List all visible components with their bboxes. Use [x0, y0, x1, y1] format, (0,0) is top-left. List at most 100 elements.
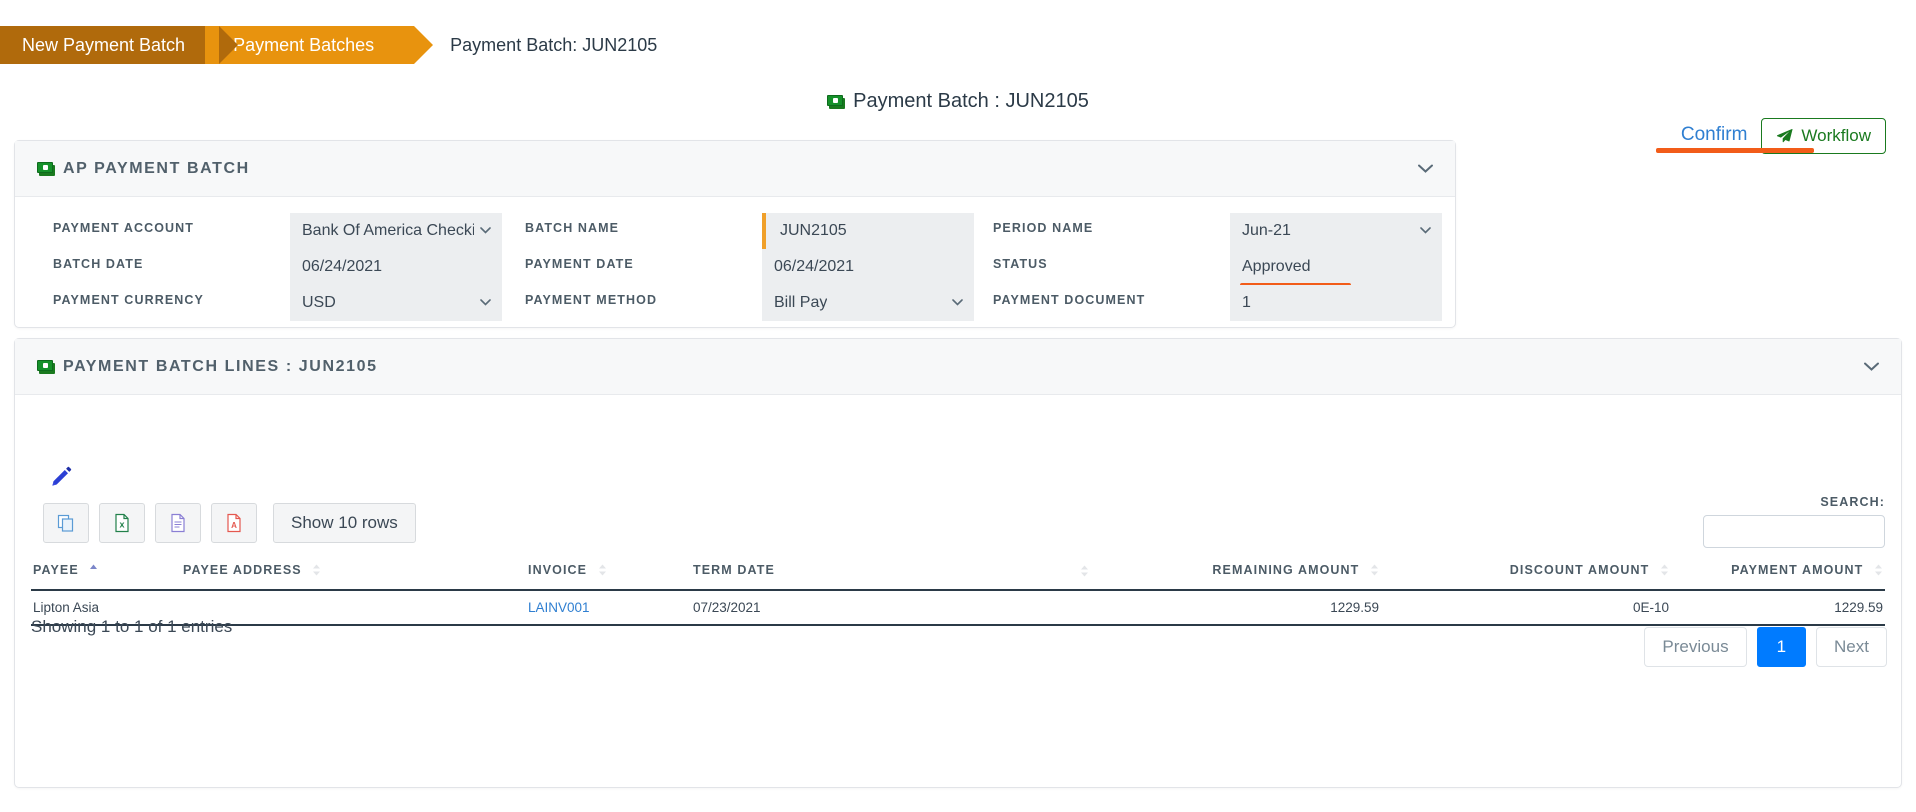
field-value: Jun-21 — [1242, 222, 1291, 239]
breadcrumb-current: Payment Batch: JUN2105 — [450, 34, 658, 55]
field-value: 06/24/2021 — [774, 258, 855, 275]
column-label: PAYMENT AMOUNT — [1731, 563, 1864, 577]
previous-page-button[interactable]: Previous — [1644, 627, 1747, 667]
breadcrumb-item-new-payment-batch[interactable]: New Payment Batch — [0, 26, 239, 64]
pdf-export-button[interactable]: A — [211, 503, 257, 543]
confirm-button[interactable]: Confirm — [1681, 124, 1748, 148]
chevron-down-icon[interactable] — [1418, 164, 1433, 173]
chevron-down-icon — [952, 299, 963, 306]
field-label: PERIOD NAME — [993, 221, 1094, 235]
table-body: Lipton Asia LAINV001 07/23/2021 1229.59 … — [31, 590, 1885, 626]
csv-export-button[interactable] — [155, 503, 201, 543]
money-icon — [37, 161, 55, 176]
column-header-payee-address[interactable]: PAYEE ADDRESS — [181, 553, 526, 591]
payment-account-select[interactable]: Bank Of America Checkir — [290, 213, 502, 249]
breadcrumb-label: New Payment Batch — [22, 34, 186, 55]
show-rows-button[interactable]: Show 10 rows — [273, 503, 416, 543]
field-value: USD — [302, 294, 336, 311]
next-page-button[interactable]: Next — [1816, 627, 1887, 667]
column-label: REMAINING AMOUNT — [1212, 563, 1360, 577]
batch-name-input[interactable]: JUN2105 — [762, 213, 974, 249]
column-header-payee[interactable]: PAYEE — [31, 553, 181, 591]
svg-text:A: A — [231, 521, 237, 530]
field-label: BATCH DATE — [53, 257, 144, 271]
sort-icon — [313, 564, 321, 576]
table-row[interactable]: Lipton Asia LAINV001 07/23/2021 1229.59 … — [31, 590, 1885, 626]
chevron-down-icon — [1420, 227, 1431, 234]
page-title-text: Payment Batch : JUN2105 — [853, 90, 1089, 113]
pagination: Previous 1 Next — [1644, 627, 1887, 667]
money-icon — [37, 359, 55, 374]
payment-method-select[interactable]: Bill Pay — [762, 285, 974, 321]
excel-export-button[interactable]: x — [99, 503, 145, 543]
status-input[interactable]: Approved — [1230, 249, 1442, 288]
table-toolbar: x A Show 10 rows — [43, 503, 416, 543]
workflow-label: Workflow — [1801, 126, 1871, 145]
column-header-discount-amount[interactable]: DISCOUNT AMOUNT — [1381, 553, 1671, 591]
column-header-invoice[interactable]: INVOICE — [526, 553, 691, 591]
table-info: Showing 1 to 1 of 1 entries — [31, 617, 233, 636]
payment-currency-select[interactable]: USD — [290, 285, 502, 321]
copy-icon — [57, 514, 74, 532]
field-label: PAYMENT DATE — [525, 257, 634, 271]
page-title: Payment Batch : JUN2105 — [0, 90, 1916, 113]
chevron-down-icon[interactable] — [1864, 362, 1879, 371]
svg-text:x: x — [119, 520, 124, 530]
lines-panel-title: PAYMENT BATCH LINES : JUN2105 — [63, 357, 378, 375]
cell-invoice: LAINV001 — [526, 590, 691, 626]
column-label: PAYEE — [33, 563, 79, 577]
cell-discount-amount: 0E-10 — [1381, 590, 1671, 626]
cell-remaining-amount: 1229.59 — [1091, 590, 1381, 626]
lines-panel-header[interactable]: PAYMENT BATCH LINES : JUN2105 — [15, 339, 1901, 395]
field-value: Bill Pay — [774, 294, 828, 311]
pdf-icon: A — [227, 513, 241, 533]
column-label: INVOICE — [528, 563, 588, 577]
ap-form: PAYMENT ACCOUNT Bank Of America Checkir … — [15, 197, 1455, 329]
payment-lines-table: PAYEE PAYEE ADDRESS INVOICE TERM DATE RE… — [31, 553, 1885, 626]
field-value: 06/24/2021 — [302, 258, 383, 275]
cell-term-date: 07/23/2021 — [691, 590, 1091, 626]
confirm-active-indicator — [1656, 148, 1814, 153]
ap-payment-batch-panel: AP PAYMENT BATCH PAYMENT ACCOUNT Bank Of… — [14, 140, 1456, 328]
table-header: PAYEE PAYEE ADDRESS INVOICE TERM DATE RE… — [31, 553, 1885, 591]
column-label: PAYEE ADDRESS — [183, 563, 302, 577]
pencil-icon[interactable] — [49, 465, 73, 489]
sort-icon — [598, 564, 606, 576]
ap-panel-header[interactable]: AP PAYMENT BATCH — [15, 141, 1455, 197]
column-header-payment-amount[interactable]: PAYMENT AMOUNT — [1671, 553, 1885, 591]
batch-date-input[interactable]: 06/24/2021 — [290, 249, 502, 285]
page-1-button[interactable]: 1 — [1756, 627, 1807, 667]
app-page: New Payment Batch Payment Batches Paymen… — [0, 0, 1916, 812]
payment-batch-lines-panel: PAYMENT BATCH LINES : JUN2105 x A Show 1… — [14, 338, 1902, 788]
field-label: PAYMENT METHOD — [525, 293, 658, 307]
excel-icon: x — [115, 513, 129, 533]
payment-date-input[interactable]: 06/24/2021 — [762, 249, 974, 285]
search-label: SEARCH: — [1820, 495, 1885, 509]
period-name-select[interactable]: Jun-21 — [1230, 213, 1442, 249]
sort-ascending-icon — [90, 564, 98, 569]
search-input[interactable] — [1703, 515, 1885, 548]
field-value: 1 — [1242, 294, 1251, 311]
chevron-down-icon — [480, 299, 491, 306]
payment-document-input[interactable]: 1 — [1230, 285, 1442, 321]
table-header-row: PAYEE PAYEE ADDRESS INVOICE TERM DATE RE… — [31, 553, 1885, 591]
field-value: JUN2105 — [780, 222, 847, 239]
ap-panel-title: AP PAYMENT BATCH — [63, 159, 250, 177]
invoice-link[interactable]: LAINV001 — [528, 600, 590, 615]
money-icon — [827, 94, 846, 109]
column-header-term-date[interactable]: TERM DATE — [691, 553, 1091, 591]
column-label: TERM DATE — [693, 563, 775, 577]
sort-icon — [1081, 565, 1088, 577]
column-header-remaining-amount[interactable]: REMAINING AMOUNT — [1091, 553, 1381, 591]
sort-icon — [1875, 564, 1882, 576]
cell-payment-amount: 1229.59 — [1671, 590, 1885, 626]
search-area: SEARCH: — [1703, 495, 1885, 548]
breadcrumb: New Payment Batch Payment Batches Paymen… — [0, 26, 657, 64]
breadcrumb-label: Payment Batches — [233, 34, 375, 55]
field-label: BATCH NAME — [525, 221, 620, 235]
sort-icon — [1371, 564, 1378, 576]
paper-plane-icon — [1777, 128, 1793, 143]
field-label: PAYMENT DOCUMENT — [993, 293, 1146, 307]
field-label: STATUS — [993, 257, 1048, 271]
copy-button[interactable] — [43, 503, 89, 543]
